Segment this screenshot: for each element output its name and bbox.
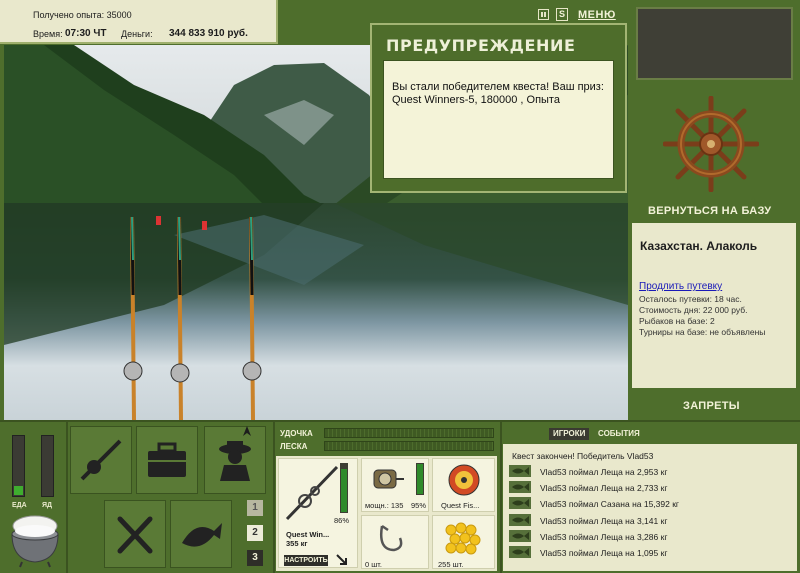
rod-status-bar [324, 428, 494, 438]
tackle-panel: 86% Quest Win... 355 кг НАСТРОИТЬ мощн.:… [276, 456, 497, 571]
status-panel: Получено опыта: 35000 Время: 07:30 ЧТ Де… [0, 0, 278, 44]
corn-bait-icon [445, 522, 481, 555]
location-panel: Казахстан. Алаколь Продлить путевку Оста… [632, 223, 796, 388]
fish-icon [182, 523, 222, 547]
reel-meter [416, 463, 424, 495]
rod-meter [340, 463, 348, 513]
divider [273, 422, 275, 573]
rod-icon [285, 465, 339, 521]
experience-text: Получено опыта: 35000 [33, 10, 132, 20]
fish-icon [509, 465, 531, 477]
line-slot[interactable]: Quest Fis... [432, 458, 495, 512]
events-panel: Квест закончен! Победитель Vlad53 Vlad53… [503, 444, 797, 571]
page-button-1[interactable]: 1 [247, 500, 263, 516]
money-label: Деньги: [121, 29, 153, 39]
rod-weight: 355 кг [286, 539, 308, 548]
event-text: Vlad53 поймал Леща на 2,733 кг [540, 483, 668, 494]
rod-meter-fill [341, 469, 347, 512]
fish-icon [509, 546, 531, 558]
cauldron-icon[interactable] [6, 512, 64, 568]
reel-slot[interactable]: мощн.: 135 95% [361, 458, 429, 512]
time-label: Время: [33, 29, 63, 39]
extend-trip-link[interactable]: Продлить путевку [639, 281, 722, 292]
event-text: Vlad53 поймал Сазана на 15,392 кг [540, 499, 680, 510]
rod-reel-icon [80, 439, 122, 481]
poison-label: ЯД [42, 502, 53, 509]
food-button[interactable] [104, 500, 166, 568]
bait-count: 255 шт. [438, 560, 464, 569]
fish-icon [509, 497, 531, 510]
location-title: Казахстан. Алаколь [640, 239, 758, 253]
bait-slot[interactable]: 255 шт. [432, 515, 495, 569]
rod-slot[interactable]: 86% Quest Win... 355 кг НАСТРОИТЬ [278, 458, 358, 568]
time-value: 07:30 ЧТ [65, 28, 107, 39]
tackle-box-icon [148, 442, 186, 477]
event-text: Vlad53 поймал Леща на 3,141 кг [540, 515, 668, 526]
trip-remaining: Осталось путевки: 18 час. [639, 294, 742, 304]
reel-icon [373, 469, 404, 489]
tacklebox-button[interactable] [136, 426, 198, 494]
fish-keepnet-button[interactable] [170, 500, 232, 568]
poison-bar [41, 435, 54, 497]
warning-title: ПРЕДУПРЕЖДЕНИЕ [386, 36, 576, 55]
expand-arrow-icon[interactable] [335, 553, 349, 566]
menu-button[interactable]: МЕНЮ [578, 9, 616, 21]
tab-events[interactable]: СОБЫТИЯ [598, 428, 640, 440]
event-text: Vlad53 поймал Леща на 1,095 кг [540, 548, 668, 558]
sound-button[interactable]: S [556, 8, 568, 21]
ship-wheel-icon[interactable] [663, 96, 759, 192]
fish-icon [509, 529, 531, 542]
hook-count: 0 шт. [365, 560, 382, 569]
bottom-divider [0, 420, 800, 422]
reel-percent: 95% [411, 501, 427, 510]
rod-name: Quest Win... [286, 530, 330, 539]
rod-percent: 86% [334, 516, 350, 525]
divider [500, 422, 502, 573]
reel-meter-fill [417, 463, 423, 494]
pause-button[interactable] [538, 9, 549, 20]
line-status-bar [324, 441, 494, 451]
money-value: 344 833 910 руб. [169, 28, 248, 39]
bans-button[interactable]: ЗАПРЕТЫ [683, 400, 740, 412]
page-button-2[interactable]: 2 [247, 525, 263, 541]
page-button-3[interactable]: 3 [247, 550, 263, 566]
rod-label: УДОЧКА [280, 429, 313, 438]
tune-button[interactable]: НАСТРОИТЬ [284, 555, 328, 566]
fishing-line-spool-icon [448, 464, 480, 496]
event-text: Vlad53 поймал Леща на 2,953 кг [540, 467, 668, 477]
fork-knife-icon [117, 516, 153, 554]
event-text: Vlad53 поймал Леща на 3,286 кг [540, 531, 668, 542]
divider [66, 422, 68, 573]
needs-area [4, 425, 62, 513]
collapse-arrow-icon[interactable] [242, 425, 252, 437]
fisherman-button[interactable] [204, 426, 266, 494]
tackle-button[interactable] [70, 426, 132, 494]
fish-icon [509, 513, 531, 526]
fisherman-icon [219, 441, 251, 481]
line-label: ЛЕСКА [280, 442, 308, 451]
food-label: ЕДА [12, 502, 27, 509]
tournaments-info: Турниры на базе: не объявлены [639, 327, 766, 337]
anglers-count: Рыбаков на базе: 2 [639, 316, 715, 326]
event-header-text: Квест закончен! Победитель Vlad53 [512, 451, 654, 461]
fish-icon [509, 481, 531, 494]
minimap-box [636, 7, 793, 80]
day-cost: Стоимость дня: 22 000 руб. [639, 305, 748, 315]
food-bar-fill [14, 486, 23, 495]
return-to-base-button[interactable]: ВЕРНУТЬСЯ НА БАЗУ [648, 205, 771, 217]
warning-message: Вы стали победителем квеста! Ваш приз: Q… [383, 60, 614, 179]
warning-dialog: ПРЕДУПРЕЖДЕНИЕ Вы стали победителем квес… [370, 23, 627, 193]
tab-players[interactable]: ИГРОКИ [549, 428, 590, 440]
hook-icon [380, 524, 403, 552]
line-name: Quest Fis... [441, 501, 480, 510]
reel-power: мощн.: 135 [365, 501, 404, 510]
food-bar [12, 435, 25, 497]
hook-slot[interactable]: 0 шт. [361, 515, 429, 569]
